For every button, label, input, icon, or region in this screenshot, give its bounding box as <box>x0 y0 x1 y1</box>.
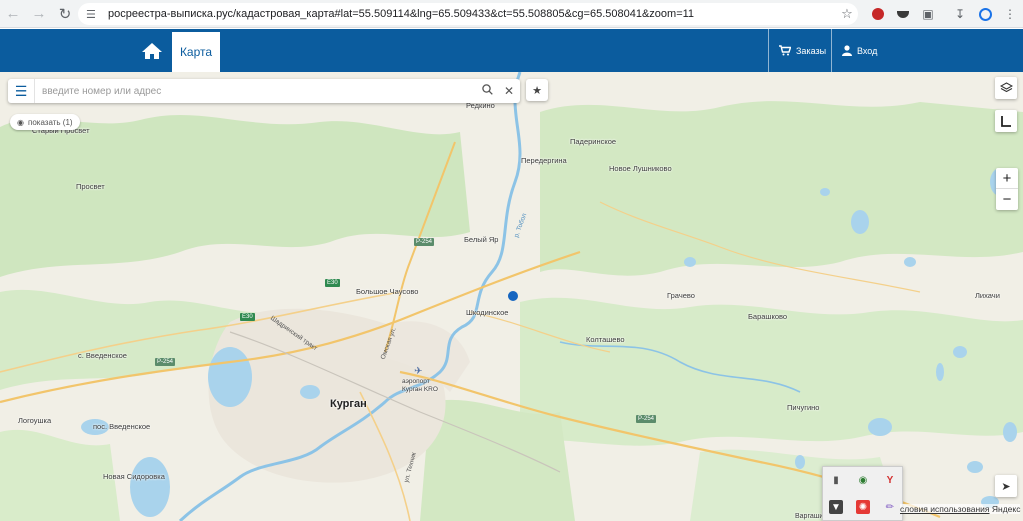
menu-kebab-icon[interactable]: ⋮ <box>1000 4 1020 24</box>
map-label: Варгаши <box>795 513 824 520</box>
road-shield: Р-254 <box>155 358 176 366</box>
road-shield: Р-254 <box>414 238 435 246</box>
orders-label: Заказы <box>796 45 827 56</box>
map-label: Передергина <box>521 156 567 165</box>
yandex-logo: Яндекс <box>991 504 1021 514</box>
user-icon <box>842 45 852 56</box>
map-label: Лихачи <box>975 291 1000 300</box>
download-icon[interactable]: ↧ <box>950 4 970 24</box>
show-objects-button[interactable]: ◉ показать (1) <box>10 114 80 130</box>
show-objects-label: показать (1) <box>27 117 73 127</box>
road-shield: Р-254 <box>636 415 657 423</box>
extension-icon[interactable] <box>868 4 888 24</box>
map-label: с. Введенское <box>78 351 127 360</box>
map-attribution: словия использования Яндекс <box>900 504 1021 514</box>
zoom-in-button[interactable]: + <box>996 168 1018 189</box>
favorites-star-icon[interactable]: ★ <box>526 79 548 101</box>
map-label: Белый Яр <box>464 235 499 244</box>
map-label: Шкодинское <box>466 308 509 317</box>
back-icon[interactable]: ← <box>0 0 26 28</box>
address-bar[interactable]: ☰ росреестра-выписка.рус/кадастровая_кар… <box>78 3 858 25</box>
login-label: Вход <box>857 45 878 56</box>
extension-icon[interactable]: ▼ <box>829 500 843 514</box>
hamburger-menu-icon[interactable]: ☰ <box>8 79 35 103</box>
road-shield: E30 <box>325 279 340 287</box>
terms-link[interactable]: словия использования <box>900 504 990 514</box>
header-divider <box>768 29 769 72</box>
orders-button[interactable]: Заказы <box>779 29 826 72</box>
road-shield: E30 <box>240 313 255 321</box>
login-button[interactable]: Вход <box>842 29 877 72</box>
site-info-icon[interactable]: ☰ <box>86 8 100 21</box>
zoom-control: + − <box>996 168 1018 210</box>
zoom-out-button[interactable]: − <box>996 189 1018 210</box>
map-label: Колташево <box>586 335 625 344</box>
map-label: Падеринское <box>570 137 617 146</box>
map-label: Новая Сидоровка <box>103 472 165 481</box>
cart-icon <box>779 45 791 56</box>
map-label-city: Курган <box>330 398 367 410</box>
url-text: росреестра-выписка.рус/кадастровая_карта… <box>108 8 695 20</box>
geolocation-icon[interactable]: ➤ <box>995 475 1017 497</box>
yandex-icon[interactable]: Y <box>883 473 897 487</box>
eye-icon: ◉ <box>17 117 24 127</box>
search-input[interactable] <box>35 85 476 97</box>
ruler-icon[interactable] <box>995 110 1017 132</box>
extensions-panel: ▮ ◉ Y ▼ ✺ ✏ <box>822 466 903 521</box>
forward-icon[interactable]: → <box>26 0 52 28</box>
layers-icon[interactable] <box>995 77 1017 99</box>
map-label: Логоушка <box>18 416 52 425</box>
extension-icon[interactable]: ◉ <box>856 473 870 487</box>
search-panel: ☰ ✕ <box>8 79 520 103</box>
search-icon[interactable] <box>476 84 498 98</box>
map-label: Барашково <box>748 312 788 321</box>
extension-icon[interactable]: ✺ <box>856 500 870 514</box>
profile-icon[interactable] <box>975 4 995 24</box>
map-label: Просвет <box>76 182 105 191</box>
close-icon[interactable]: ✕ <box>498 84 520 98</box>
extension-icon[interactable]: ✏ <box>883 500 897 514</box>
bookmark-star-icon[interactable]: ☆ <box>836 6 858 22</box>
map-label: Пичугино <box>787 403 820 412</box>
location-marker[interactable] <box>508 291 518 301</box>
map-label-airport: аэропорт Курган KRO <box>402 378 438 393</box>
site-header: Карта Заказы Вход <box>0 29 1023 72</box>
extension-icon[interactable]: ▮ <box>829 473 843 487</box>
home-icon[interactable] <box>132 29 172 72</box>
map-label: Грачево <box>667 291 695 300</box>
extension-icon[interactable]: ▣ <box>918 4 938 24</box>
map-label: Новое Лушниково <box>609 164 672 173</box>
map-label: пос. Введенское <box>93 422 151 431</box>
airport-icon: ✈ <box>414 366 423 377</box>
reload-icon[interactable]: ↻ <box>52 0 78 28</box>
map-label: Большое Чаусово <box>356 287 419 296</box>
extension-icon[interactable] <box>893 4 913 24</box>
tab-map[interactable]: Карта <box>172 29 220 72</box>
header-divider <box>831 29 832 72</box>
